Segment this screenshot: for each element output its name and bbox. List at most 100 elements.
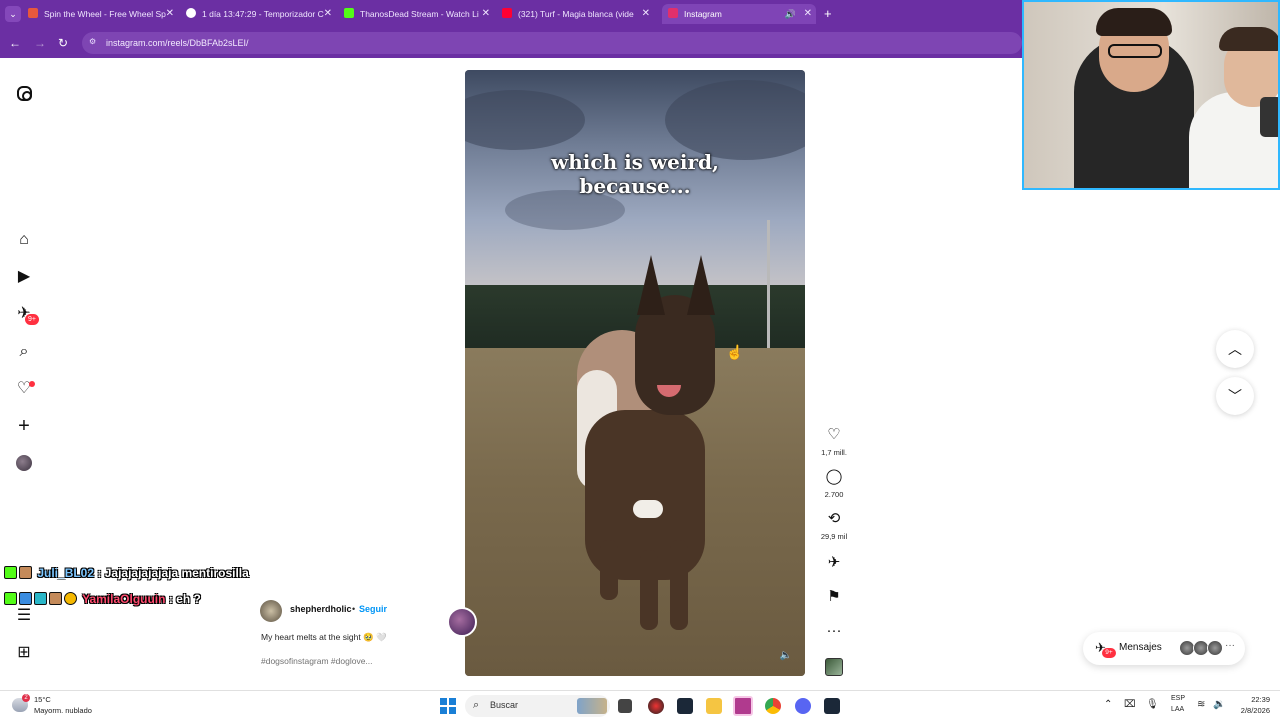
tab-title: (321) Turf - Magia blanca (vide xyxy=(518,9,634,19)
close-icon[interactable]: ✕ xyxy=(166,4,174,24)
video-dog-leg xyxy=(670,540,688,630)
streamer-hair xyxy=(1096,8,1172,36)
like-button[interactable]: ♡ 1,7 mill. xyxy=(812,426,856,457)
site-info-icon[interactable]: ⚙ xyxy=(89,37,99,47)
moderator-badge-icon xyxy=(19,592,32,605)
video-dog-chest xyxy=(633,500,663,518)
obs-app-icon[interactable] xyxy=(648,698,664,714)
tab-timer[interactable]: 1 día 13:47:29 - Temporizador C ✕ xyxy=(186,4,336,24)
clock-date[interactable]: 2/8/2026 xyxy=(1226,706,1270,715)
chrome-app-icon[interactable] xyxy=(765,698,781,714)
more-contacts-icon: ··· xyxy=(1225,640,1235,651)
task-view-icon[interactable] xyxy=(618,699,632,713)
reel-actions: ♡ 1,7 mill. ◯ 2.700 ⟲ 29,9 mil ✈ ⚑ ··· xyxy=(812,420,856,680)
gift-badge-icon xyxy=(64,592,77,605)
close-icon[interactable]: ✕ xyxy=(642,4,650,24)
reel-caption-line: because... xyxy=(579,174,691,198)
tray-mic-icon[interactable]: 🎙 xyxy=(1146,699,1159,710)
speaker-icon[interactable]: 🔊 xyxy=(785,4,796,24)
streaming-app-icon[interactable] xyxy=(733,696,753,716)
original-audio-thumbnail[interactable] xyxy=(825,658,843,676)
steam-app-icon[interactable] xyxy=(677,698,693,714)
next-reel-button[interactable]: ﹀ xyxy=(1216,377,1254,415)
file-explorer-icon[interactable] xyxy=(706,698,722,714)
chat-text: eh ? xyxy=(176,592,201,606)
close-icon[interactable]: ✕ xyxy=(324,4,332,24)
home-icon[interactable]: ⌂ xyxy=(14,230,34,250)
guest-hair xyxy=(1219,27,1278,51)
favicon-icon xyxy=(28,8,38,18)
reels-icon[interactable]: ▶ xyxy=(14,267,34,287)
instagram-logo-icon[interactable] xyxy=(17,86,32,101)
heart-icon: ♡ xyxy=(827,426,841,443)
previous-reel-button[interactable]: ︿ xyxy=(1216,330,1254,368)
close-icon[interactable]: ✕ xyxy=(804,4,812,24)
volume-icon[interactable]: 🔉 xyxy=(1213,699,1225,710)
chat-text: Jajajajajajaja mentirosilla xyxy=(104,566,249,580)
weather-description: Mayorm. nublado xyxy=(34,706,92,715)
more-options-button[interactable]: ··· xyxy=(812,622,856,640)
create-plus-icon[interactable]: + xyxy=(14,416,34,436)
kick-badge-icon xyxy=(4,566,17,579)
weather-temperature: 15°C xyxy=(34,695,51,704)
follow-button[interactable]: Seguir xyxy=(359,604,387,614)
steam-app-icon-2[interactable] xyxy=(824,698,840,714)
language-indicator[interactable]: ESP xyxy=(1171,695,1185,702)
reload-icon[interactable]: ↻ xyxy=(55,35,71,51)
tray-chevron-up-icon[interactable]: ⌃ xyxy=(1104,699,1112,710)
close-icon[interactable]: ✕ xyxy=(482,4,490,24)
video-dog-ear xyxy=(637,255,665,315)
like-count: 1,7 mill. xyxy=(821,448,847,457)
messages-pill[interactable]: ✈ 9+ Mensajes ··· xyxy=(1083,632,1245,665)
video-pole xyxy=(767,220,770,350)
windows-start-icon[interactable] xyxy=(440,698,456,714)
subscriber-badge-icon xyxy=(19,566,32,579)
back-icon[interactable]: ← xyxy=(7,35,23,51)
profile-avatar[interactable] xyxy=(16,455,32,471)
clock-time[interactable]: 22:39 xyxy=(1232,695,1270,704)
notification-dot xyxy=(29,381,35,387)
tab-instagram[interactable]: Instagram 🔊 ✕ xyxy=(662,4,816,24)
favicon-icon xyxy=(344,8,354,18)
reel-video[interactable]: which is weird, because... 🔈 xyxy=(465,70,805,676)
tab-spin-wheel[interactable]: Spin the Wheel - Free Wheel Sp ✕ xyxy=(28,4,178,24)
chat-separator: : xyxy=(97,566,102,580)
repost-button[interactable]: ⟲ 29,9 mil xyxy=(812,510,856,541)
comment-icon: ◯ xyxy=(825,468,843,485)
kick-badge-icon xyxy=(4,592,17,605)
tab-title: ThanosDead Stream - Watch Li xyxy=(360,9,479,19)
webcam-overlay xyxy=(1022,0,1280,190)
post-hashtags[interactable]: #dogsofinstagram #doglove... xyxy=(261,656,373,666)
keyboard-layout[interactable]: LAA xyxy=(1171,706,1184,713)
chat-separator: : xyxy=(168,592,173,606)
video-dog-leg xyxy=(600,540,618,600)
search-label: Buscar xyxy=(490,700,519,710)
comment-count: 2.700 xyxy=(824,490,844,499)
video-dog-leg xyxy=(640,550,658,630)
audio-muted-icon[interactable]: 🔈 xyxy=(779,650,793,664)
tab-kick-stream[interactable]: ThanosDead Stream - Watch Li ✕ xyxy=(344,4,494,24)
comment-button[interactable]: ◯ 2.700 xyxy=(812,468,856,499)
tab-youtube[interactable]: (321) Turf - Magia blanca (vide ✕ xyxy=(502,4,654,24)
save-button[interactable]: ⚑ xyxy=(812,588,856,606)
more-dots-icon: ··· xyxy=(826,622,842,639)
search-icon[interactable]: ⌕ xyxy=(14,342,34,362)
chat-message: Juli_BL02 : Jajajajajajaja mentirosilla xyxy=(4,566,249,584)
new-tab-button[interactable]: + xyxy=(824,6,832,21)
discord-app-icon[interactable] xyxy=(795,698,811,714)
diamond-badge-icon xyxy=(34,592,47,605)
reel-caption-overlay: which is weird, because... xyxy=(465,150,805,198)
threads-apps-icon[interactable]: ⊞ xyxy=(14,643,34,663)
forward-icon[interactable]: → xyxy=(32,35,48,51)
windows-taskbar: 2 15°C Mayorm. nublado ⌕ Buscar ⌃ ⌧ 🎙 ES… xyxy=(0,690,1280,720)
tab-search-icon[interactable]: ⌄ xyxy=(5,6,21,22)
share-button[interactable]: ✈ xyxy=(812,554,856,572)
url-field[interactable]: ⚙ instagram.com/reels/DbBFAb2sLEI/ xyxy=(82,32,1022,54)
tray-network-icon[interactable]: ⌧ xyxy=(1124,699,1136,710)
favicon-icon xyxy=(668,8,678,18)
taskbar-search[interactable]: ⌕ Buscar xyxy=(465,695,610,717)
wifi-icon[interactable]: ≋ xyxy=(1197,699,1205,710)
search-highlight-image xyxy=(577,698,607,714)
messages-pill-badge: 9+ xyxy=(1102,648,1116,658)
bookmark-icon: ⚑ xyxy=(827,588,841,605)
